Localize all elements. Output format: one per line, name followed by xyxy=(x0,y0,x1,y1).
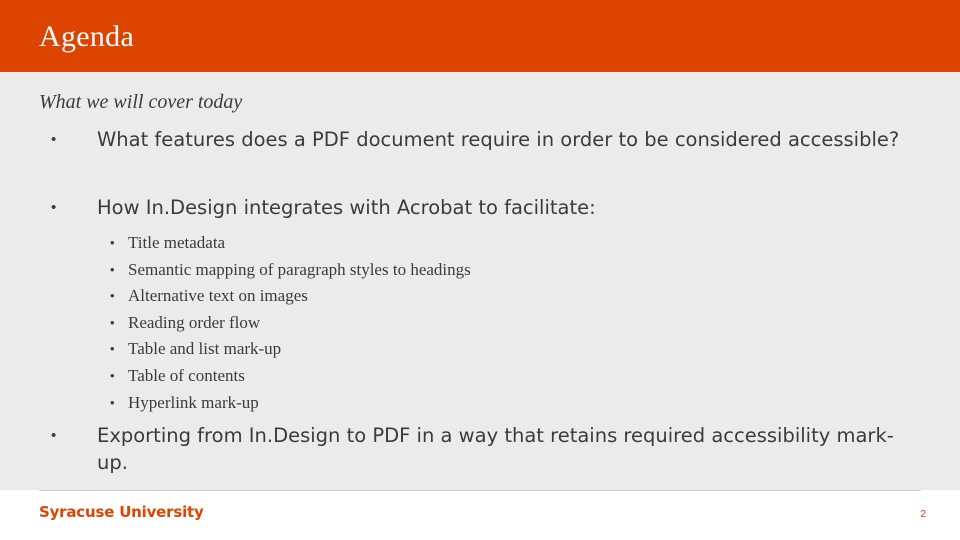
sub-bullet-item-text: Table of contents xyxy=(128,365,245,385)
sub-bullet-item: • Alternative text on images xyxy=(110,283,810,310)
bullet-item-3-text: Exporting from In.Design to PDF in a way… xyxy=(97,424,894,474)
sub-bullet-item-text: Reading order flow xyxy=(128,312,261,332)
bullet-glyph-icon: • xyxy=(110,288,115,304)
sub-bullet-item-text: Semantic mapping of paragraph styles to … xyxy=(128,259,471,279)
sub-bullet-item-text: Title metadata xyxy=(128,233,226,252)
bullet-glyph-icon: • xyxy=(110,235,115,250)
sub-bullet-item-text: Alternative text on images xyxy=(128,286,308,306)
syracuse-university-logo: Syracuse University xyxy=(39,503,204,521)
bullet-glyph-icon: • xyxy=(110,261,115,277)
bullet-item-2-text: How In.Design integrates with Acrobat to… xyxy=(97,196,596,219)
bullet-item-2: • How In.Design integrates with Acrobat … xyxy=(39,194,919,221)
bullet-glyph-icon: • xyxy=(110,314,115,330)
slide-body: What we will cover today • What features… xyxy=(0,72,960,490)
bullet-item-1: • What features does a PDF document requ… xyxy=(39,126,919,153)
sub-bullet-item-text: Table and list mark-up xyxy=(128,339,282,359)
sub-bullet-item: • Title metadata xyxy=(110,230,810,257)
page-number: 2 xyxy=(920,509,926,520)
sub-bullet-item: • Reading order flow xyxy=(110,310,810,337)
slide-header-band: Agenda xyxy=(0,0,960,72)
bullet-glyph-icon: • xyxy=(110,367,115,383)
sub-bullet-item: • Table and list mark-up xyxy=(110,336,810,363)
slide: Agenda What we will cover today • What f… xyxy=(0,0,960,540)
bullet-glyph-icon: • xyxy=(51,131,57,148)
bullet-glyph-icon: • xyxy=(51,427,57,444)
sub-bullet-item: • Semantic mapping of paragraph styles t… xyxy=(110,257,810,284)
bullet-glyph-icon: • xyxy=(51,199,57,216)
sub-bullet-item: • Hyperlink mark-up xyxy=(110,390,810,417)
sub-bullet-item: • Table of contents xyxy=(110,363,810,390)
bullet-item-1-text: What features does a PDF document requir… xyxy=(97,128,900,151)
bullet-glyph-icon: • xyxy=(110,394,115,410)
page-title: Agenda xyxy=(39,20,135,53)
sub-bullet-item-text: Hyperlink mark-up xyxy=(128,392,259,412)
bullet-glyph-icon: • xyxy=(110,341,115,357)
sub-bullet-list: • Title metadata • Semantic mapping of p… xyxy=(110,230,810,416)
bullet-item-3: • Exporting from In.Design to PDF in a w… xyxy=(39,422,919,476)
slide-footer: Syracuse University 2 xyxy=(0,490,960,540)
footer-divider xyxy=(39,490,921,491)
slide-subtitle: What we will cover today xyxy=(39,91,243,113)
